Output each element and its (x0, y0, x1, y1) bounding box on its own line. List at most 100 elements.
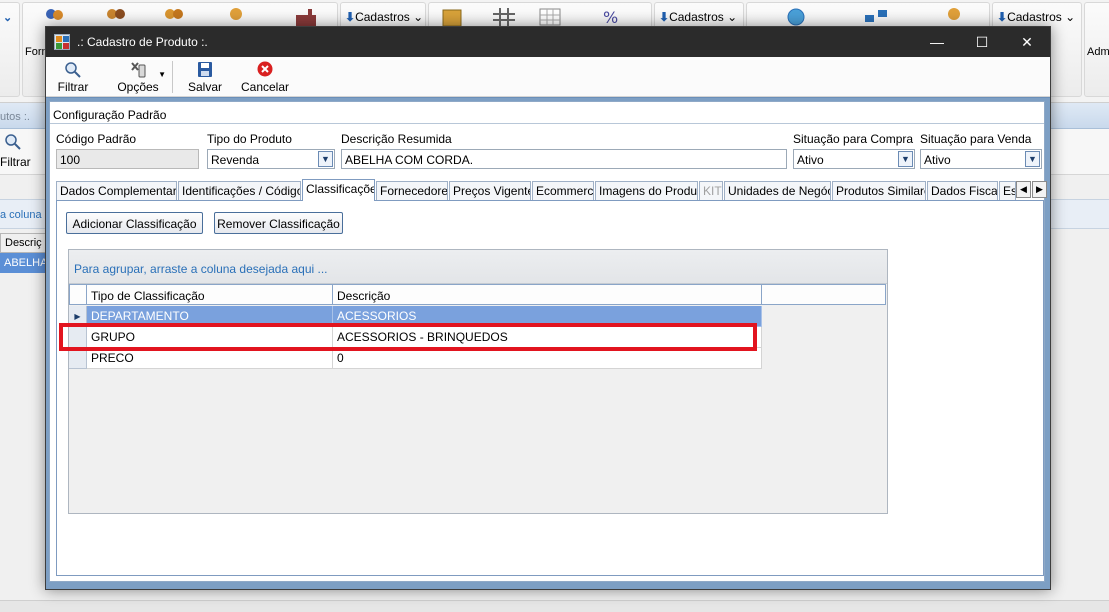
user-icon[interactable] (941, 7, 967, 27)
save-button-label: Salvar (187, 80, 222, 94)
column-header-descricao[interactable]: Descrição (333, 284, 762, 305)
filter-button-label: Filtrar (57, 80, 89, 94)
group-icon[interactable] (161, 7, 187, 27)
chevron-down-icon: ▼ (158, 70, 166, 79)
options-button-label: Opções (117, 80, 159, 94)
sit-venda-label: Situação para Venda (920, 132, 1032, 146)
minimize-button[interactable]: — (914, 27, 960, 57)
group-by-area[interactable]: Para agrupar, arraste a coluna desejada … (69, 250, 887, 284)
factory-icon[interactable] (293, 7, 319, 27)
hash-icon[interactable] (491, 7, 517, 27)
descricao-label: Descrição Resumida (341, 132, 452, 146)
tab-scroll-right-button[interactable]: ▶ (1032, 181, 1047, 198)
floppy-disk-icon (198, 62, 212, 77)
tipo-select[interactable]: Revenda ▼ (207, 149, 335, 169)
column-header-tipo[interactable]: Tipo de Classificação (87, 284, 333, 305)
table-icon[interactable] (537, 7, 563, 27)
window-titlebar[interactable]: .: Cadastro de Produto :. — ☐ ✕ (46, 27, 1050, 57)
background-status-bar (0, 600, 1109, 612)
codigo-field[interactable]: 100 (56, 149, 199, 169)
tab-es[interactable]: Es (999, 181, 1016, 200)
cancel-button[interactable]: Cancelar (238, 58, 292, 96)
window-title: .: Cadastro de Produto :. (77, 35, 208, 49)
codigo-value: 100 (60, 153, 81, 167)
window-toolbar: Filtrar ▼ Opções Salvar Cancelar (46, 57, 1050, 97)
sit-venda-select[interactable]: Ativo ▼ (920, 149, 1042, 169)
sit-compra-label: Situação para Compra (793, 132, 914, 146)
remove-classification-button[interactable]: Remover Classificação (214, 212, 343, 234)
chevron-down-icon[interactable]: ▼ (898, 151, 913, 167)
sit-compra-value: Ativo (797, 153, 824, 167)
app-icon (54, 34, 70, 50)
descricao-value: ABELHA COM CORDA. (345, 153, 474, 167)
cell-tipo[interactable]: PRECO (87, 348, 333, 369)
sit-compra-select[interactable]: Ativo ▼ (793, 149, 915, 169)
sit-venda-value: Ativo (924, 153, 951, 167)
tab-unidades-negocio[interactable]: Unidades de Negócio (724, 181, 831, 200)
descricao-field[interactable]: ABELHA COM CORDA. (341, 149, 787, 169)
tab-identificacoes[interactable]: Identificações / Códigos (178, 181, 301, 200)
row-indicator (69, 348, 87, 369)
ribbon-group-7: Admi (1084, 2, 1109, 97)
tipo-value: Revenda (211, 153, 260, 167)
tab-classificacoes[interactable]: Classificações (302, 179, 375, 201)
person-icon[interactable] (223, 7, 249, 27)
chevron-down-icon[interactable]: ▼ (318, 151, 333, 167)
background-grid-row-label: ABELHA (4, 257, 48, 269)
highlight-annotation (59, 323, 757, 351)
people-icon[interactable] (41, 7, 67, 27)
cancel-button-label: Cancelar (240, 80, 290, 94)
config-section-title: Configuração Padrão (53, 108, 167, 122)
magnifier-icon (5, 134, 21, 150)
tab-produtos-similares[interactable]: Produtos Similares (832, 181, 926, 200)
magnifier-icon (65, 62, 81, 78)
cadastros-dropdown-2[interactable]: ⬇Cadastros ⌄ (659, 10, 737, 24)
ribbon-left-dropdown-arrow[interactable]: ⌄ (3, 11, 12, 24)
globe-icon[interactable] (783, 7, 809, 27)
ribbon-group-left: ⌄ (0, 2, 20, 97)
maximize-button[interactable]: ☐ (959, 27, 1005, 57)
svg-text:%: % (603, 8, 618, 27)
cadastros-dropdown-3[interactable]: ⬇Cadastros ⌄ (997, 10, 1075, 24)
add-classification-button[interactable]: Adicionar Classificação (66, 212, 203, 234)
background-grid-header-label: Descriç (5, 237, 42, 249)
arrow-down-icon: ⬇ (345, 10, 356, 24)
background-hint-text: a coluna d (0, 209, 51, 221)
tab-dados-fiscais[interactable]: Dados Fiscais (927, 181, 998, 200)
arrow-down-icon: ⬇ (659, 10, 670, 24)
tab-precos-vigentes[interactable]: Preços Vigentes (449, 181, 531, 200)
tab-dados-complementares[interactable]: Dados Complementares (56, 181, 177, 200)
classificacoes-tab-content: Adicionar Classificação Remover Classifi… (56, 200, 1044, 576)
tab-kit: KIT (699, 181, 723, 200)
users-icon[interactable] (103, 7, 129, 27)
chevron-down-icon[interactable]: ▼ (1025, 151, 1040, 167)
tools-icon (131, 62, 146, 78)
cancel-icon (257, 61, 273, 77)
close-button[interactable]: ✕ (1004, 27, 1050, 57)
codigo-label: Código Padrão (56, 132, 137, 146)
background-grid-row[interactable]: ABELHA (0, 253, 48, 273)
product-window: .: Cadastro de Produto :. — ☐ ✕ Filtrar … (45, 26, 1051, 590)
network-icon[interactable] (863, 7, 889, 27)
product-tabs: Dados Complementares Identificações / Có… (56, 179, 1047, 201)
table-row[interactable]: PRECO 0 (69, 348, 762, 369)
ribbon-right-label[interactable]: Admi (1087, 46, 1109, 58)
filter-button[interactable]: Filtrar (54, 58, 92, 96)
tab-scroll-left-button[interactable]: ◀ (1016, 181, 1031, 198)
box-icon[interactable] (439, 7, 465, 27)
arrow-down-icon: ⬇ (997, 10, 1008, 24)
config-divider (50, 123, 1044, 124)
cell-descricao[interactable]: 0 (333, 348, 762, 369)
background-grid-header: Descriç (0, 233, 46, 253)
options-dropdown-button[interactable]: ▼ Opções (110, 58, 166, 96)
tab-fornecedores[interactable]: Fornecedores (376, 181, 448, 200)
cadastros-dropdown-1[interactable]: ⬇Cadastros ⌄ (345, 10, 423, 24)
cadastros-dropdown-3-label: Cadastros (1007, 10, 1062, 24)
percent-icon[interactable]: % (599, 7, 625, 27)
background-filter-button[interactable]: Filtrar (0, 155, 31, 169)
tab-imagens-produto[interactable]: Imagens do Produto (595, 181, 698, 200)
cadastros-dropdown-1-label: Cadastros (355, 10, 410, 24)
save-button[interactable]: Salvar (186, 58, 224, 96)
background-strip-text: utos :. (0, 111, 30, 123)
tab-ecommerce[interactable]: Ecommerce (532, 181, 594, 200)
